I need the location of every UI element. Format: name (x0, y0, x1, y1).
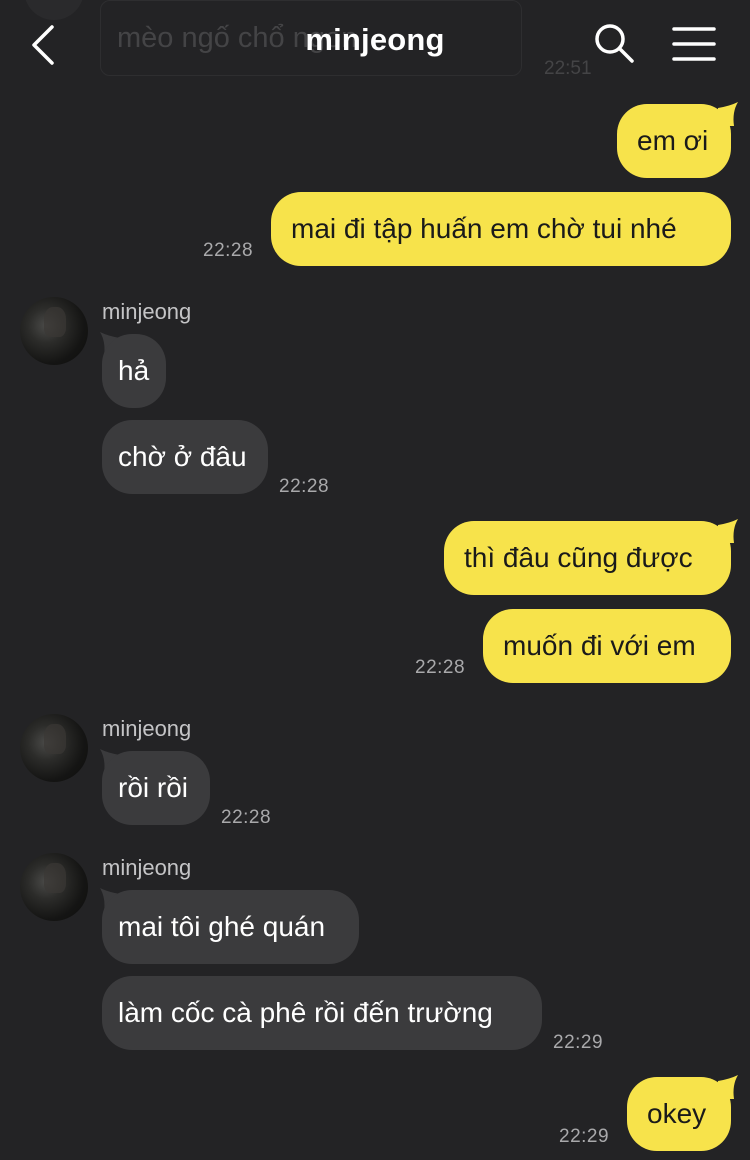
incoming-message-bubble[interactable]: làm cốc cà phê rồi đến trường (102, 976, 542, 1050)
message-text: chờ ở đâu (118, 441, 247, 472)
message-time: 22:28 (221, 807, 272, 828)
avatar[interactable] (20, 714, 88, 782)
message-text: thì đâu cũng được (464, 542, 693, 573)
sender-name: minjeong (102, 855, 192, 880)
menu-icon[interactable] (672, 26, 716, 62)
message-time: 22:28 (415, 657, 466, 678)
chat-title[interactable]: minjeong (0, 22, 750, 58)
sender-name: minjeong (102, 716, 192, 741)
incoming-message-bubble[interactable]: mai tôi ghé quán (102, 890, 359, 964)
avatar[interactable] (20, 297, 88, 365)
message-time: 22:28 (279, 476, 330, 497)
message-time: 22:29 (553, 1032, 604, 1053)
incoming-message-bubble[interactable]: rồi rồi (102, 751, 210, 825)
chat-header: minjeong (0, 0, 750, 88)
search-icon[interactable] (593, 22, 635, 64)
outgoing-message-bubble[interactable]: okey (627, 1077, 731, 1151)
message-text: rồi rồi (118, 772, 189, 803)
outgoing-message-bubble[interactable]: mai đi tập huấn em chờ tui nhé (271, 192, 731, 266)
message-text: mai đi tập huấn em chờ tui nhé (291, 213, 677, 244)
message-text: mai tôi ghé quán (118, 911, 326, 942)
message-text: làm cốc cà phê rồi đến trường (118, 997, 493, 1028)
outgoing-message-bubble[interactable]: em ơi (617, 104, 731, 178)
sender-name: minjeong (102, 299, 192, 324)
avatar[interactable] (20, 853, 88, 921)
message-time: 22:29 (559, 1126, 610, 1147)
message-time: 22:28 (203, 240, 254, 261)
outgoing-message-bubble[interactable]: thì đâu cũng được (444, 521, 731, 595)
incoming-message-bubble[interactable]: chờ ở đâu (102, 420, 268, 494)
bubble-tail (718, 102, 738, 126)
bubble-tail (718, 519, 738, 543)
message-text: em ơi (637, 125, 709, 156)
message-text: okey (647, 1098, 707, 1129)
outgoing-message-bubble[interactable]: muốn đi với em (483, 609, 731, 683)
message-text: hả (118, 355, 150, 386)
message-text: muốn đi với em (503, 630, 696, 661)
incoming-message-bubble[interactable]: hả (102, 334, 166, 408)
bubble-tail (718, 1075, 738, 1099)
